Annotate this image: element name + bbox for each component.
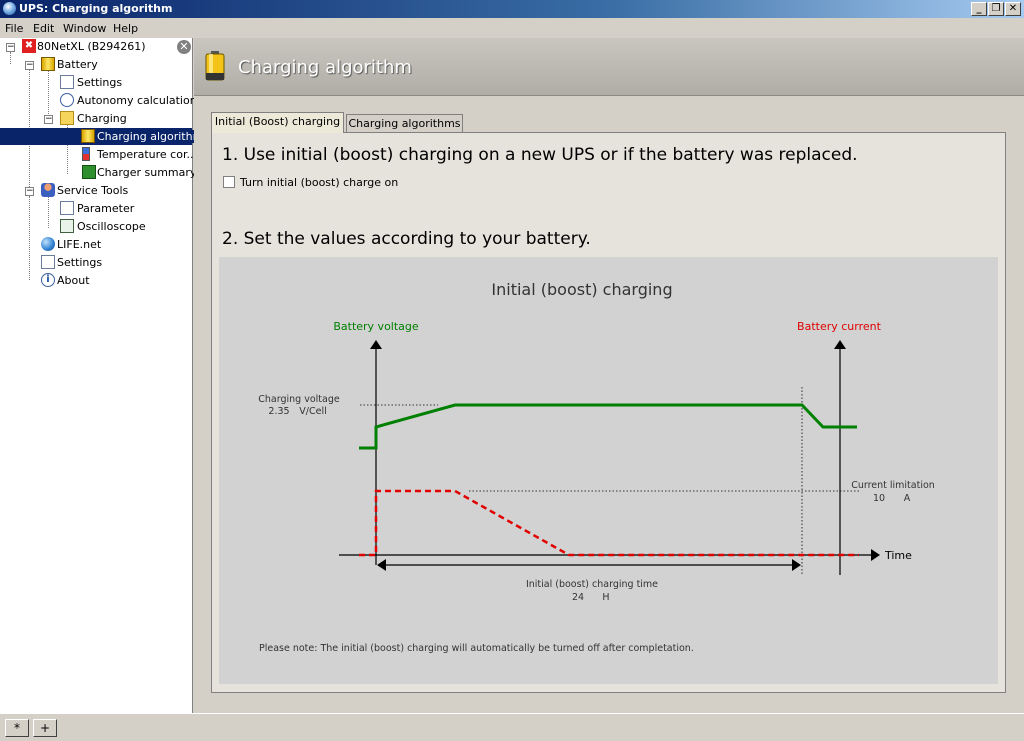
voltage-curve (359, 403, 857, 450)
charging-time-unit: H (602, 592, 609, 603)
menu-bar: File Edit Window Help (0, 19, 1024, 37)
status-bar: * + (0, 713, 1024, 741)
tree-item-charging-label: Charging (77, 112, 127, 125)
tree-item-charger-summary[interactable]: Charger summary (78, 164, 196, 181)
menu-edit[interactable]: Edit (33, 22, 54, 35)
tree-item-service-tools-label: Service Tools (57, 184, 129, 197)
charging-time-arrow-left (377, 559, 386, 571)
chart-note: Please note: The initial (boost) chargin… (259, 643, 694, 654)
charging-voltage-label: Charging voltage (258, 394, 340, 405)
tree-item-battery-label: Battery (57, 58, 98, 71)
collapse-service-tools-toggle[interactable]: − (25, 187, 34, 196)
current-limitation-label: Current limitation (851, 480, 935, 491)
close-window-button[interactable]: ✕ (1005, 2, 1021, 16)
step-1-heading: 1. Use initial (boost) charging on a new… (222, 145, 858, 165)
tree-item-charger-summary-label: Charger summary (97, 166, 197, 179)
charging-time-value: 24 (572, 592, 584, 603)
info-icon: i (41, 273, 55, 287)
battery-icon (41, 57, 55, 71)
collapse-root-toggle[interactable]: − (6, 43, 15, 52)
star-button[interactable]: * (5, 719, 29, 737)
tree-item-temperature-label: Temperature cor... (97, 148, 197, 161)
time-axis-arrow (871, 549, 880, 561)
tree-item-temperature[interactable]: Temperature cor... (78, 146, 197, 163)
collapse-charging-toggle[interactable]: − (44, 115, 53, 124)
tree-item-battery-settings[interactable]: Settings (59, 74, 189, 91)
tree-item-autonomy-label: Autonomy calculation (77, 94, 197, 107)
page-title: Charging algorithm (238, 57, 412, 78)
tree-item-battery-settings-label: Settings (77, 76, 123, 89)
charging-time-label: Initial (boost) charging time (526, 579, 658, 590)
stopwatch-icon (60, 93, 74, 107)
tree-item-autonomy[interactable]: Autonomy calculation (59, 92, 197, 109)
current-axis-label: Battery current (797, 320, 882, 333)
chart-title: Initial (boost) charging (491, 280, 672, 299)
time-axis-label: Time (884, 549, 912, 562)
document-icon (60, 75, 74, 89)
title-bar[interactable]: UPS: Charging algorithm _ ❐ ✕ (0, 0, 1024, 18)
tree-item-about-label: About (57, 274, 90, 287)
battery-icon (81, 129, 95, 143)
tree-item-about[interactable]: i About (40, 272, 190, 289)
tree-item-oscilloscope[interactable]: Oscilloscope (59, 218, 189, 235)
add-button[interactable]: + (33, 719, 57, 737)
charging-voltage-unit: V/Cell (299, 406, 326, 417)
voltage-axis-label: Battery voltage (333, 320, 419, 333)
tree-item-charging-algorithm-label: Charging algorithm (97, 130, 204, 143)
current-limitation-unit: A (904, 493, 911, 504)
tab-initial-boost-charging[interactable]: Initial (Boost) charging (211, 112, 344, 133)
boost-charging-chart: Initial (boost) charging Battery voltage… (258, 280, 935, 654)
restore-button[interactable]: ❐ (988, 2, 1004, 16)
boost-charge-checkbox-label[interactable]: Turn initial (boost) charge on (240, 176, 398, 189)
device-error-icon: ✖ (22, 39, 36, 53)
chart-icon (82, 165, 96, 179)
tree-item-settings[interactable]: Settings (40, 254, 190, 271)
document-icon (41, 255, 55, 269)
tree-item-battery[interactable]: Battery (40, 56, 190, 73)
window-title: UPS: Charging algorithm (19, 2, 173, 15)
menu-window[interactable]: Window (63, 22, 106, 35)
tree-item-life-net[interactable]: LIFE.net (40, 236, 190, 253)
tree-item-oscilloscope-label: Oscilloscope (77, 220, 146, 233)
tree-item-root-label: 80NetXL (B294261) (37, 40, 146, 53)
tree-item-charging[interactable]: Charging (59, 110, 189, 127)
application-window: UPS: Charging algorithm _ ❐ ✕ File Edit … (0, 0, 1024, 741)
tree-item-settings-label: Settings (57, 256, 103, 269)
user-icon (41, 183, 55, 197)
thermometer-icon (82, 147, 90, 161)
boost-charge-checkbox[interactable] (223, 176, 235, 188)
oscilloscope-icon (60, 219, 74, 233)
globe-icon (3, 2, 16, 15)
minimize-button[interactable]: _ (971, 2, 987, 16)
menu-file[interactable]: File (5, 22, 23, 35)
tab-charging-algorithms[interactable]: Charging algorithms (346, 114, 463, 133)
charging-time-arrow-right (792, 559, 801, 571)
battery-icon (205, 51, 225, 81)
close-device-icon[interactable]: ✕ (177, 40, 191, 54)
voltage-axis-arrow (370, 340, 382, 349)
document-icon (60, 201, 74, 215)
tree-item-service-tools[interactable]: Service Tools (40, 182, 190, 199)
step-2-heading: 2. Set the values according to your batt… (222, 229, 591, 249)
current-axis-arrow (834, 340, 846, 349)
tree-item-life-net-label: LIFE.net (57, 238, 102, 251)
tree-item-parameter[interactable]: Parameter (59, 200, 189, 217)
collapse-battery-toggle[interactable]: − (25, 61, 34, 70)
charging-voltage-value: 2.35 (268, 406, 289, 417)
page-header: Charging algorithm (194, 38, 1024, 96)
globe-icon (41, 237, 55, 251)
folder-icon (60, 111, 74, 125)
current-limitation-value: 10 (873, 493, 885, 504)
current-curve (359, 489, 859, 557)
tree-item-parameter-label: Parameter (77, 202, 135, 215)
tree-item-charging-algorithm[interactable]: Charging algorithm (0, 128, 204, 145)
menu-help[interactable]: Help (113, 22, 138, 35)
tree-item-root[interactable]: ✖ 80NetXL (B294261) (21, 38, 191, 55)
